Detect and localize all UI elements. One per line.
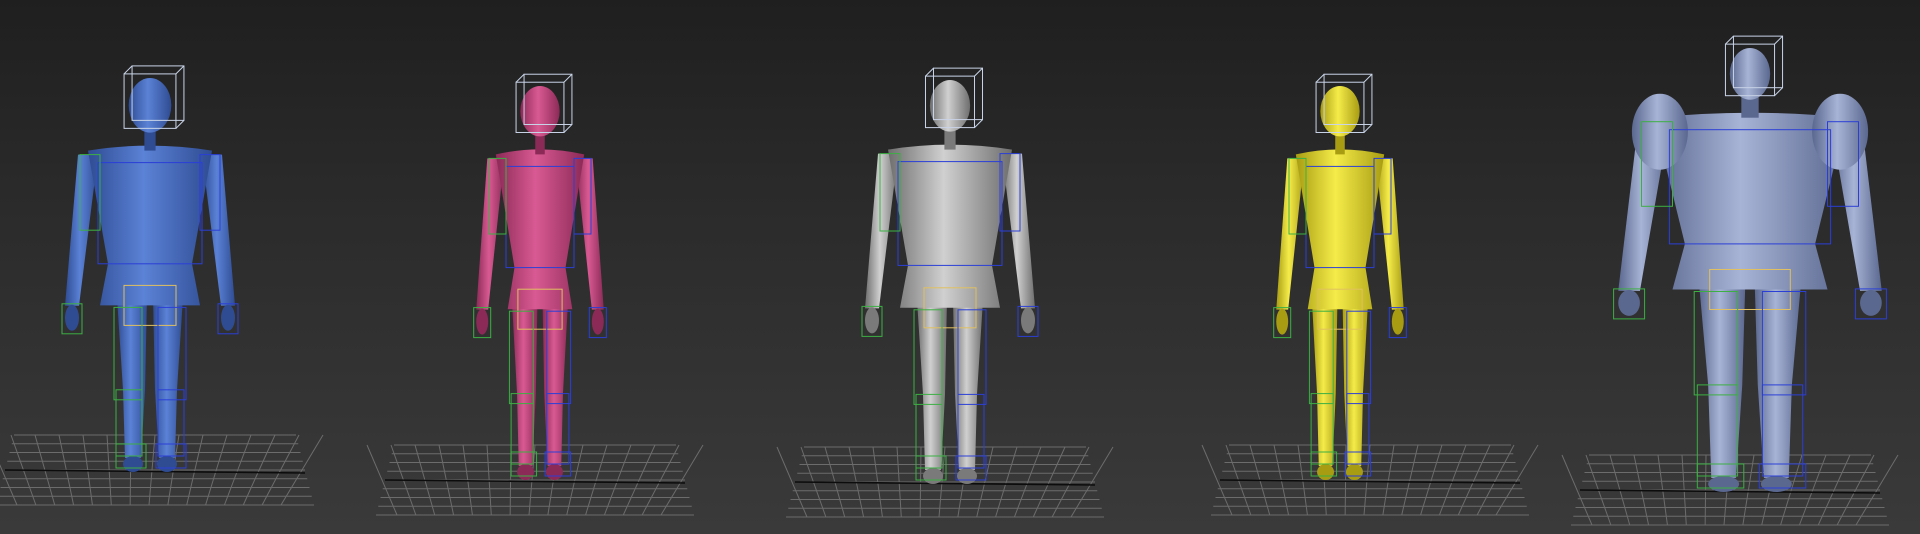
head-mesh [1729, 48, 1771, 100]
hand-mesh [221, 304, 235, 331]
foot-mesh [545, 464, 563, 480]
torso-mesh [495, 149, 585, 310]
shoulder-mesh [1631, 93, 1688, 170]
character-female-magenta[interactable] [473, 73, 607, 480]
foot-mesh [123, 456, 143, 472]
foot-mesh [157, 456, 177, 472]
ground-grid [366, 444, 704, 516]
hand-mesh [1391, 308, 1404, 335]
scene-canvas[interactable] [0, 0, 1920, 534]
hand-mesh [865, 307, 879, 334]
ground-grid [776, 446, 1114, 518]
hand-mesh [591, 308, 604, 335]
character-brute-slate[interactable] [1613, 35, 1887, 492]
foot-mesh [517, 464, 535, 480]
leg-mesh [1698, 281, 1746, 478]
foot-mesh [1317, 464, 1335, 480]
hand-mesh [1021, 307, 1035, 334]
leg-mesh [1754, 281, 1802, 478]
torso-mesh [888, 144, 1012, 308]
torso-mesh [1295, 149, 1385, 310]
head-mesh [128, 78, 172, 133]
hand-mesh [1618, 289, 1640, 316]
head-mesh [520, 86, 560, 137]
ground-grid [1201, 444, 1539, 516]
hand-mesh [1860, 289, 1882, 316]
3d-viewport[interactable] [0, 0, 1920, 534]
character-male-silver[interactable] [861, 67, 1039, 484]
foot-mesh [957, 468, 977, 484]
foot-mesh [1345, 464, 1363, 480]
hand-mesh [1276, 308, 1289, 335]
foot-mesh [923, 468, 943, 484]
character-female-yellow[interactable] [1273, 73, 1407, 480]
head-mesh [1320, 86, 1360, 137]
foot-mesh [1760, 476, 1792, 492]
character-male-blue[interactable] [61, 65, 239, 472]
foot-mesh [1708, 476, 1740, 492]
hand-mesh [476, 308, 489, 335]
head-mesh [929, 80, 971, 132]
hand-mesh [65, 304, 79, 331]
torso-mesh [88, 145, 212, 306]
shoulder-mesh [1812, 93, 1869, 170]
